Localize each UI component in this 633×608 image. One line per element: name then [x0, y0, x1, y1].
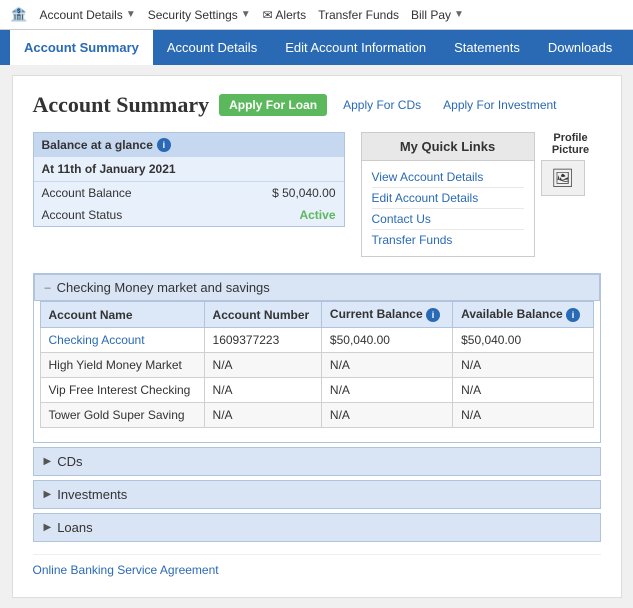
- account-balance-value: $ 50,040.00: [272, 186, 335, 200]
- loans-collapse-arrow: ▶: [44, 522, 52, 533]
- quick-link-edit-account[interactable]: Edit Account Details: [372, 188, 524, 209]
- checking-section-toggle[interactable]: –: [45, 282, 51, 294]
- top-navigation: 🏦 Account Details ▼ Security Settings ▼ …: [0, 0, 633, 30]
- apply-for-loan-button[interactable]: Apply For Loan: [219, 94, 327, 116]
- cds-collapse-arrow: ▶: [44, 456, 52, 467]
- blue-nav-downloads[interactable]: Downloads: [534, 30, 626, 65]
- col-account-name: Account Name: [40, 302, 204, 328]
- quick-link-contact-us[interactable]: Contact Us: [372, 209, 524, 230]
- account-name-2: Vip Free Interest Checking: [40, 378, 204, 403]
- account-number-2: N/A: [204, 378, 321, 403]
- col-current-balance: Current Balance i: [321, 302, 452, 328]
- available-balance-3: N/A: [453, 403, 593, 428]
- profile-picture-placeholder: 🖼: [541, 160, 585, 196]
- nav-bill-pay[interactable]: Bill Pay ▼: [411, 8, 464, 22]
- quick-link-transfer-funds[interactable]: Transfer Funds: [372, 230, 524, 250]
- account-status-row: Account Status Active: [34, 204, 344, 226]
- nav-bill-pay-label: Bill Pay: [411, 8, 451, 22]
- account-link-0[interactable]: Checking Account: [49, 333, 145, 347]
- current-balance-info-icon[interactable]: i: [426, 308, 440, 322]
- blue-nav-account-details[interactable]: Account Details: [153, 30, 271, 65]
- summary-two-col: Balance at a glance i At 11th of January…: [33, 132, 601, 257]
- account-number-0: 1609377223: [204, 328, 321, 353]
- nav-alerts[interactable]: ✉ Alerts: [263, 8, 306, 22]
- checking-section-title: Checking Money market and savings: [57, 280, 270, 295]
- quick-links-list: View Account Details Edit Account Detail…: [362, 161, 534, 256]
- chevron-down-icon: ▼: [454, 9, 464, 20]
- nav-transfer-funds[interactable]: Transfer Funds: [318, 8, 399, 22]
- blue-nav-statements[interactable]: Statements: [440, 30, 534, 65]
- nav-account-details[interactable]: Account Details ▼: [39, 8, 135, 22]
- quick-links-header: My Quick Links: [362, 133, 534, 161]
- cds-section-header[interactable]: ▶ CDs: [34, 448, 600, 475]
- available-balance-1: N/A: [453, 353, 593, 378]
- balance-column: Balance at a glance i At 11th of January…: [33, 132, 345, 257]
- quick-link-view-account[interactable]: View Account Details: [372, 167, 524, 188]
- quick-links-container: My Quick Links View Account Details Edit…: [361, 132, 535, 257]
- blue-nav-account-summary[interactable]: Account Summary: [10, 30, 153, 65]
- balance-info-icon[interactable]: i: [157, 138, 171, 152]
- cds-section-label: CDs: [57, 454, 82, 469]
- profile-picture-label: Profile Picture: [541, 132, 601, 156]
- investments-section-header[interactable]: ▶ Investments: [34, 481, 600, 508]
- account-name-1: High Yield Money Market: [40, 353, 204, 378]
- quick-links-box: My Quick Links View Account Details Edit…: [361, 132, 535, 257]
- cds-section: ▶ CDs: [33, 447, 601, 476]
- current-balance-1: N/A: [321, 353, 452, 378]
- current-balance-0: $50,040.00: [321, 328, 452, 353]
- account-balance-row: Account Balance $ 50,040.00: [34, 182, 344, 204]
- balance-box: Balance at a glance i At 11th of January…: [33, 132, 345, 227]
- profile-picture-area: Profile Picture 🖼: [541, 132, 601, 257]
- loans-section-label: Loans: [57, 520, 92, 535]
- nav-alerts-label: ✉ Alerts: [263, 8, 306, 22]
- loans-section-header[interactable]: ▶ Loans: [34, 514, 600, 541]
- balance-box-header: Balance at a glance i: [34, 133, 344, 157]
- main-content: Account Summary Apply For Loan Apply For…: [12, 75, 622, 598]
- page-heading-row: Account Summary Apply For Loan Apply For…: [33, 92, 601, 118]
- col-available-balance: Available Balance i: [453, 302, 593, 328]
- checking-section-header: – Checking Money market and savings: [34, 274, 600, 301]
- checking-table: Account Name Account Number Current Bala…: [40, 301, 594, 428]
- checking-section: – Checking Money market and savings Acco…: [33, 273, 601, 443]
- balance-header-label: Balance at a glance: [42, 138, 153, 152]
- loans-section: ▶ Loans: [33, 513, 601, 542]
- investments-collapse-arrow: ▶: [44, 489, 52, 500]
- quick-links-column: My Quick Links View Account Details Edit…: [361, 132, 601, 257]
- checking-table-wrap: Account Name Account Number Current Bala…: [34, 301, 600, 442]
- online-banking-agreement-link[interactable]: Online Banking Service Agreement: [33, 554, 601, 577]
- nav-security-settings[interactable]: Security Settings ▼: [148, 8, 251, 22]
- balance-date: At 11th of January 2021: [34, 157, 344, 182]
- account-name-3: Tower Gold Super Saving: [40, 403, 204, 428]
- nav-account-details-label: Account Details: [39, 8, 122, 22]
- account-number-1: N/A: [204, 353, 321, 378]
- profile-image-icon: 🖼: [551, 168, 574, 189]
- available-balance-2: N/A: [453, 378, 593, 403]
- account-number-3: N/A: [204, 403, 321, 428]
- table-row: Checking Account1609377223$50,040.00$50,…: [40, 328, 593, 353]
- nav-transfer-funds-label: Transfer Funds: [318, 8, 399, 22]
- apply-for-investment-button[interactable]: Apply For Investment: [437, 94, 562, 116]
- page-title: Account Summary: [33, 92, 210, 118]
- table-row: Vip Free Interest CheckingN/AN/AN/A: [40, 378, 593, 403]
- nav-security-settings-label: Security Settings: [148, 8, 238, 22]
- current-balance-2: N/A: [321, 378, 452, 403]
- account-balance-label: Account Balance: [42, 186, 132, 200]
- apply-for-cds-button[interactable]: Apply For CDs: [337, 94, 427, 116]
- col-account-number: Account Number: [204, 302, 321, 328]
- account-status-value: Active: [299, 208, 335, 222]
- available-balance-info-icon[interactable]: i: [566, 308, 580, 322]
- account-status-label: Account Status: [42, 208, 123, 222]
- available-balance-0: $50,040.00: [453, 328, 593, 353]
- chevron-down-icon: ▼: [241, 9, 251, 20]
- blue-navigation: Account Summary Account Details Edit Acc…: [0, 30, 633, 65]
- current-balance-3: N/A: [321, 403, 452, 428]
- bank-icon: 🏦: [10, 6, 27, 23]
- investments-section-label: Investments: [57, 487, 127, 502]
- investments-section: ▶ Investments: [33, 480, 601, 509]
- chevron-down-icon: ▼: [126, 9, 136, 20]
- table-row: High Yield Money MarketN/AN/AN/A: [40, 353, 593, 378]
- blue-nav-edit-account[interactable]: Edit Account Information: [271, 30, 440, 65]
- table-row: Tower Gold Super SavingN/AN/AN/A: [40, 403, 593, 428]
